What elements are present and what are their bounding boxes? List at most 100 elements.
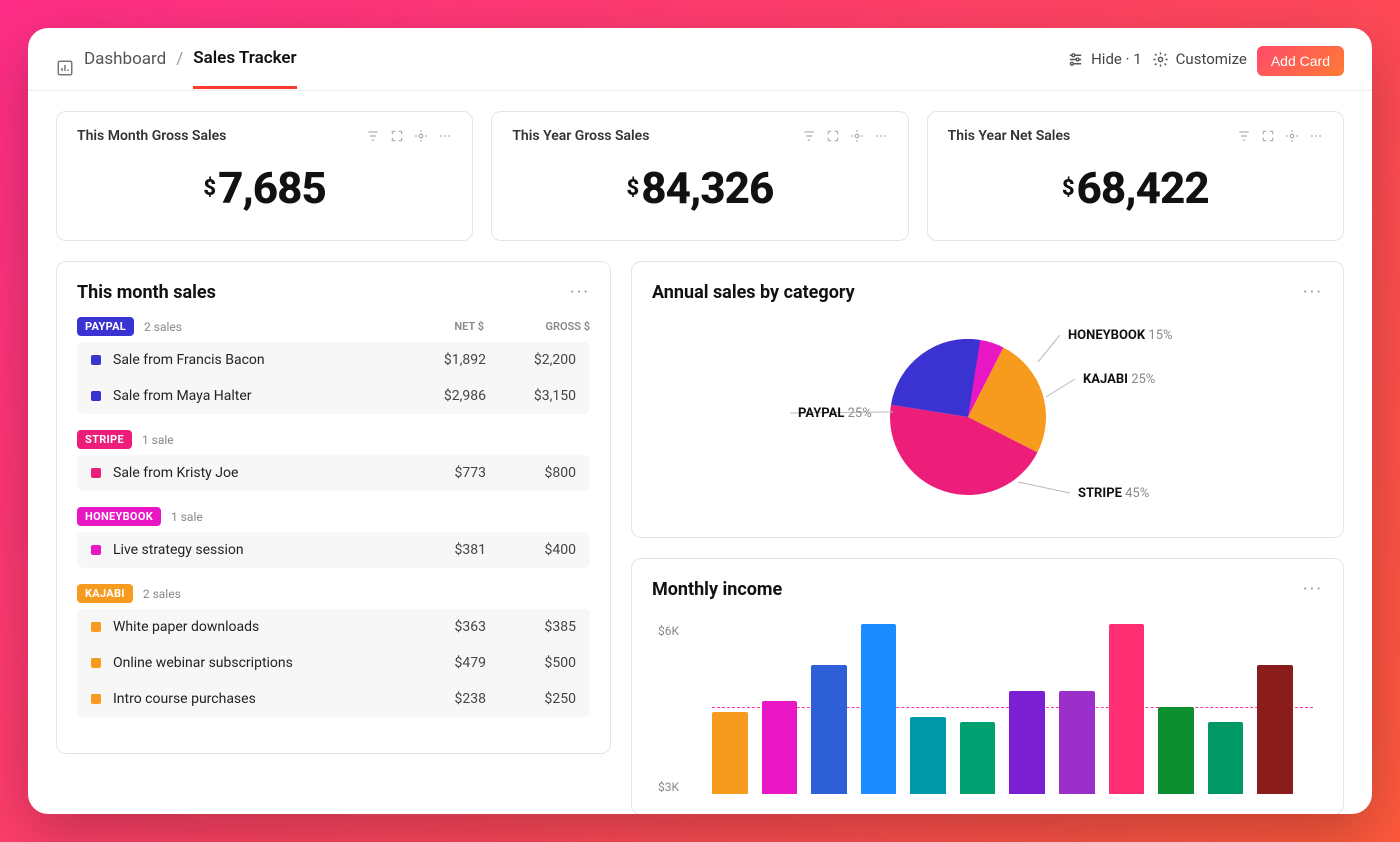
bar[interactable] — [762, 701, 798, 794]
dashboard-grid: This month sales ··· PAYPAL 2 sales NET … — [56, 261, 1344, 814]
sale-net: $479 — [396, 655, 486, 671]
sales-group-paypal: PAYPAL 2 sales NET $ GROSS $ Sale from Fr… — [77, 317, 590, 414]
filter-icon[interactable] — [802, 129, 816, 143]
customize-label: Customize — [1176, 50, 1247, 68]
bar[interactable] — [1009, 691, 1045, 794]
col-net: NET $ — [434, 320, 484, 333]
sale-row[interactable]: Intro course purchases $238 $250 — [77, 681, 590, 717]
annual-sales-card: Annual sales by category ··· HONEYBOOK 1… — [631, 261, 1344, 538]
provider-tag[interactable]: STRIPE — [77, 430, 132, 449]
kpi-value: $84,326 — [512, 162, 887, 214]
gear-icon[interactable] — [1285, 129, 1299, 143]
kpi-value: $68,422 — [948, 162, 1323, 214]
provider-tag[interactable]: PAYPAL — [77, 317, 134, 336]
hide-label: Hide · 1 — [1091, 50, 1142, 68]
kpi-title: This Year Net Sales — [948, 128, 1071, 144]
gear-icon[interactable] — [850, 129, 864, 143]
sale-net: $2,986 — [396, 388, 486, 404]
group-count: 1 sale — [171, 510, 203, 524]
dashboard-icon — [56, 59, 74, 77]
sale-gross: $400 — [486, 542, 576, 558]
kpi-card: This Year Net Sales $68,422 — [927, 111, 1344, 241]
filter-icon[interactable] — [366, 129, 380, 143]
sales-group-stripe: STRIPE 1 sale Sale from Kristy Joe $773 … — [77, 430, 590, 491]
sale-net: $363 — [396, 619, 486, 635]
sale-name: Online webinar subscriptions — [113, 655, 396, 671]
group-count: 2 sales — [144, 320, 182, 334]
more-icon[interactable] — [1309, 129, 1323, 143]
expand-icon[interactable] — [390, 129, 404, 143]
breadcrumb-separator: / — [176, 49, 183, 87]
card-menu-icon[interactable]: ··· — [1303, 282, 1323, 303]
add-card-button[interactable]: Add Card — [1257, 46, 1344, 76]
customize-button[interactable]: Customize — [1152, 50, 1247, 86]
provider-tag[interactable]: KAJABI — [77, 584, 133, 603]
monthly-income-card: Monthly income ··· $6K $3K — [631, 558, 1344, 814]
breadcrumb-root[interactable]: Dashboard — [84, 49, 166, 87]
bar[interactable] — [1158, 707, 1194, 794]
provider-dot-icon — [91, 694, 101, 704]
card-menu-icon[interactable]: ··· — [1303, 579, 1323, 600]
header-bar: Dashboard / Sales Tracker Hide · 1 Custo… — [28, 28, 1372, 91]
sale-row[interactable]: White paper downloads $363 $385 — [77, 609, 590, 645]
sale-row[interactable]: Sale from Kristy Joe $773 $800 — [77, 455, 590, 491]
sale-gross: $385 — [486, 619, 576, 635]
kpi-value: $7,685 — [77, 162, 452, 214]
card-menu-icon[interactable]: ··· — [570, 282, 590, 303]
sale-row[interactable]: Online webinar subscriptions $479 $500 — [77, 645, 590, 681]
more-icon[interactable] — [874, 129, 888, 143]
col-left: This month sales ··· PAYPAL 2 sales NET … — [56, 261, 611, 814]
provider-tag[interactable]: HONEYBOOK — [77, 507, 161, 526]
sale-gross: $800 — [486, 465, 576, 481]
filter-icon[interactable] — [1237, 129, 1251, 143]
card-title: Monthly income — [652, 579, 782, 600]
y-axis-label: $6K — [658, 624, 679, 638]
sale-gross: $3,150 — [486, 388, 576, 404]
sale-net: $1,892 — [396, 352, 486, 368]
provider-dot-icon — [91, 391, 101, 401]
kpi-title: This Year Gross Sales — [512, 128, 649, 144]
sale-net: $238 — [396, 691, 486, 707]
provider-dot-icon — [91, 355, 101, 365]
bar-chart: $6K $3K — [652, 614, 1323, 794]
sale-row[interactable]: Sale from Francis Bacon $1,892 $2,200 — [77, 342, 590, 378]
pie-label: HONEYBOOK 15% — [1068, 328, 1173, 343]
sale-name: Sale from Francis Bacon — [113, 352, 396, 368]
bar[interactable] — [1208, 722, 1244, 794]
pie-label: PAYPAL 25% — [798, 406, 872, 421]
pie-slice-paypal[interactable] — [890, 339, 979, 417]
bar[interactable] — [910, 717, 946, 794]
col-gross: GROSS $ — [524, 320, 590, 333]
sale-row[interactable]: Live strategy session $381 $400 — [77, 532, 590, 568]
bar[interactable] — [811, 665, 847, 794]
hide-button[interactable]: Hide · 1 — [1067, 50, 1142, 86]
card-title: Annual sales by category — [652, 282, 855, 303]
bar[interactable] — [960, 722, 996, 794]
expand-icon[interactable] — [826, 129, 840, 143]
app-window: Dashboard / Sales Tracker Hide · 1 Custo… — [28, 28, 1372, 814]
provider-dot-icon — [91, 545, 101, 555]
sale-net: $381 — [396, 542, 486, 558]
card-title: This month sales — [77, 282, 216, 303]
sale-name: White paper downloads — [113, 619, 396, 635]
bar[interactable] — [1257, 665, 1293, 794]
expand-icon[interactable] — [1261, 129, 1275, 143]
group-count: 2 sales — [143, 587, 181, 601]
pie-label: KAJABI 25% — [1083, 372, 1155, 387]
sale-name: Intro course purchases — [113, 691, 396, 707]
sales-group-honeybook: HONEYBOOK 1 sale Live strategy session $… — [77, 507, 590, 568]
sale-row[interactable]: Sale from Maya Halter $2,986 $3,150 — [77, 378, 590, 414]
kpi-row: This Month Gross Sales $7,685 This Year … — [56, 111, 1344, 241]
bar[interactable] — [712, 712, 748, 794]
breadcrumb-current[interactable]: Sales Tracker — [193, 48, 296, 89]
group-count: 1 sale — [142, 433, 174, 447]
sales-group-kajabi: KAJABI 2 sales White paper downloads $36… — [77, 584, 590, 717]
pie-label: STRIPE 45% — [1078, 486, 1149, 501]
bar[interactable] — [861, 624, 897, 794]
bar[interactable] — [1059, 691, 1095, 794]
provider-dot-icon — [91, 658, 101, 668]
sliders-icon — [1067, 51, 1084, 68]
more-icon[interactable] — [438, 129, 452, 143]
bar[interactable] — [1109, 624, 1145, 794]
gear-icon[interactable] — [414, 129, 428, 143]
